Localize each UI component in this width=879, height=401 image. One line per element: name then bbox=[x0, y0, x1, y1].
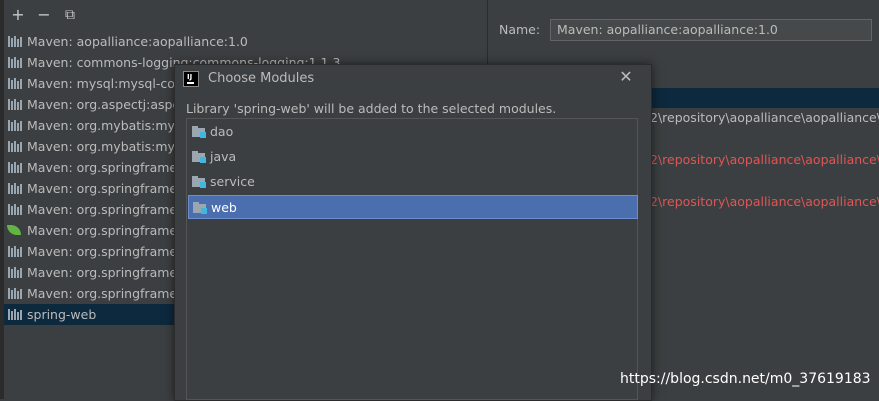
module-item-label: dao bbox=[210, 124, 234, 139]
library-item-label: Maven: aopalliance:aopalliance:1.0 bbox=[27, 34, 248, 49]
watermark: https://blog.csdn.net/m0_37619183 bbox=[620, 371, 871, 387]
dialog-title: Choose Modules bbox=[208, 71, 315, 86]
close-icon[interactable]: ✕ bbox=[619, 69, 633, 85]
library-icon bbox=[8, 36, 22, 47]
library-item-label: Maven: org.springframew bbox=[27, 160, 188, 175]
libraries-toolbar: + − ⧉ bbox=[0, 0, 487, 31]
module-folder-icon bbox=[193, 202, 207, 214]
choose-modules-dialog: IJ Choose Modules ✕ Library 'spring-web'… bbox=[174, 64, 652, 401]
app-icon-text: IJ bbox=[187, 73, 193, 81]
library-icon bbox=[8, 141, 22, 152]
module-item-label: web bbox=[211, 200, 237, 215]
library-item-label: Maven: mysql:mysql-conn bbox=[27, 76, 191, 91]
library-item-label: Maven: org.springframew bbox=[27, 223, 188, 238]
library-icon bbox=[8, 267, 22, 278]
library-item-label: Maven: org.springframew bbox=[27, 244, 188, 259]
library-icon bbox=[8, 183, 22, 194]
library-icon bbox=[8, 246, 22, 257]
library-item-label: Maven: org.springframew bbox=[27, 286, 188, 301]
copy-icon[interactable]: ⧉ bbox=[62, 7, 78, 23]
dialog-titlebar: IJ Choose Modules ✕ bbox=[175, 65, 651, 93]
library-icon bbox=[8, 309, 22, 320]
module-item-label: java bbox=[210, 149, 237, 164]
classes-path[interactable]: 2\repository\aopalliance\aopalliance\1. bbox=[650, 150, 879, 170]
library-icon bbox=[8, 120, 22, 131]
library-icon bbox=[8, 204, 22, 215]
module-folder-icon bbox=[192, 151, 206, 163]
library-icon bbox=[8, 99, 22, 110]
module-item-label: service bbox=[210, 174, 255, 189]
library-item-label: Maven: org.mybatis:myba bbox=[27, 139, 191, 154]
name-label: Name: bbox=[499, 22, 541, 37]
module-folder-icon bbox=[192, 176, 206, 188]
library-icon bbox=[8, 288, 22, 299]
remove-icon[interactable]: − bbox=[36, 7, 52, 23]
module-list: dao java service web bbox=[186, 118, 638, 400]
intellij-app-icon: IJ bbox=[183, 71, 199, 87]
module-folder-icon bbox=[192, 126, 206, 138]
add-icon[interactable]: + bbox=[10, 7, 26, 23]
classes-path[interactable]: 2\repository\aopalliance\aopalliance\1. bbox=[650, 108, 879, 128]
library-item[interactable]: Maven: aopalliance:aopalliance:1.0 bbox=[0, 31, 487, 52]
classes-path[interactable]: 2\repository\aopalliance\aopalliance\1. bbox=[650, 192, 879, 212]
library-item-label: Maven: org.springframew bbox=[27, 202, 188, 217]
module-item-service[interactable]: service bbox=[188, 170, 638, 194]
dialog-message: Library 'spring-web' will be added to th… bbox=[186, 101, 557, 116]
library-item-label: Maven: org.aspectj:aspec bbox=[27, 97, 188, 112]
library-item-label: Maven: org.springframew bbox=[27, 265, 188, 280]
library-item-label: spring-web bbox=[27, 307, 97, 322]
panel-edge bbox=[0, 0, 4, 399]
library-icon bbox=[8, 57, 22, 68]
library-icon bbox=[8, 162, 22, 173]
module-item-java[interactable]: java bbox=[188, 145, 638, 169]
library-item-label: Maven: org.springframew bbox=[27, 181, 188, 196]
name-field[interactable]: Maven: aopalliance:aopalliance:1.0 bbox=[550, 19, 872, 41]
spring-leaf-icon bbox=[7, 225, 21, 235]
library-icon bbox=[8, 78, 22, 89]
library-item-label: Maven: org.mybatis:myba bbox=[27, 118, 191, 133]
module-item-dao[interactable]: dao bbox=[188, 120, 638, 144]
module-item-web[interactable]: web bbox=[188, 195, 638, 219]
